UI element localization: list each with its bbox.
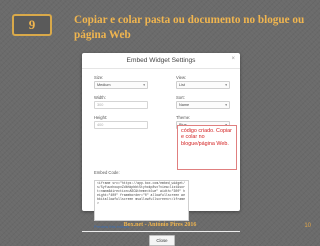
size-label: Size: <box>94 75 104 80</box>
dialog-footer-divider <box>82 231 240 232</box>
annotation-callout: código criado. Copiar e colar no blogue/… <box>177 125 237 170</box>
height-label: Height: <box>94 115 108 120</box>
close-icon[interactable]: × <box>231 56 235 62</box>
view-select[interactable]: List ▾ <box>176 81 230 89</box>
embed-code-textarea[interactable]: <iframe src="https://app.box.com/embed_w… <box>94 180 189 221</box>
theme-label: Theme: <box>176 115 191 120</box>
sort-select[interactable]: Name ▾ <box>176 101 230 109</box>
slide-number-badge: 9 <box>12 14 52 36</box>
size-select[interactable]: Medium ▾ <box>94 81 148 89</box>
size-value: Medium <box>97 83 111 87</box>
chevron-down-icon: ▾ <box>225 83 227 87</box>
chevron-down-icon: ▾ <box>225 103 227 107</box>
page-number: 10 <box>304 223 311 229</box>
chevron-down-icon: ▾ <box>143 83 145 87</box>
embed-code-label: Embed Code: <box>94 170 120 175</box>
slide-title: Copiar e colar pasta ou documento no blo… <box>74 14 305 41</box>
height-field[interactable]: 400 <box>94 121 148 129</box>
width-field[interactable]: 300 <box>94 101 148 109</box>
width-label: Width: <box>94 95 106 100</box>
dialog-header-divider <box>82 68 240 69</box>
sort-label: Sort: <box>176 95 185 100</box>
dialog-title: Embed Widget Settings <box>126 57 196 64</box>
slide-number: 9 <box>28 17 36 32</box>
view-label: View: <box>176 75 187 80</box>
view-value: List <box>179 83 185 87</box>
sort-value: Name <box>179 103 190 107</box>
close-button[interactable]: Close <box>149 235 175 246</box>
footer-credit: Box.net - António Pires 2016 <box>123 222 197 228</box>
